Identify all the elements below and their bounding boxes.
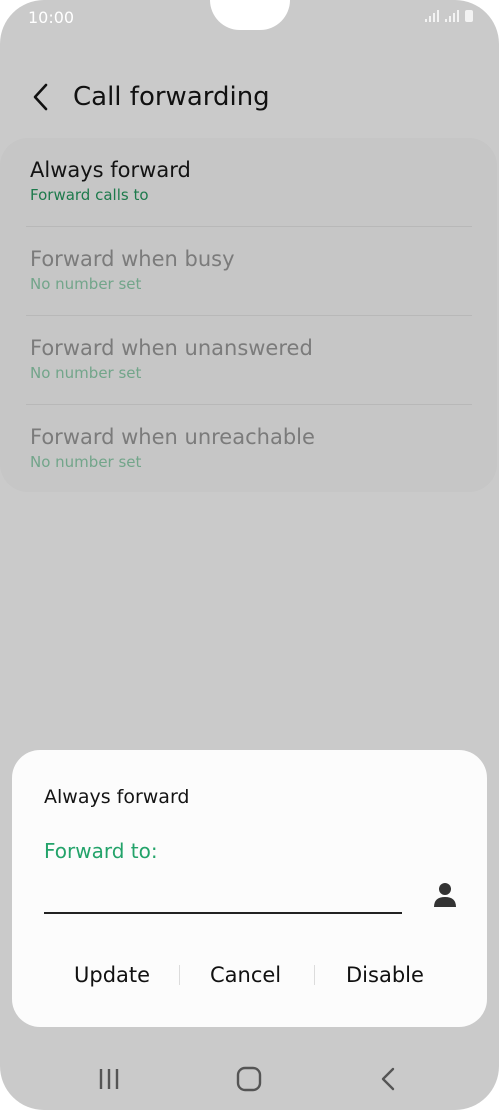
option-subtitle: No number set <box>30 453 142 471</box>
option-forward-when-unreachable[interactable]: Forward when unreachable No number set <box>30 425 470 471</box>
option-subtitle: No number set <box>30 275 142 293</box>
recents-button[interactable] <box>95 1064 125 1094</box>
status-bar: 10:00 <box>0 0 499 36</box>
cancel-button[interactable]: Cancel <box>210 955 281 995</box>
option-subtitle: Forward calls to <box>30 186 149 204</box>
page-title: Call forwarding <box>73 82 270 112</box>
back-button[interactable] <box>28 80 56 114</box>
back-arrow-icon <box>33 83 48 111</box>
nav-back-button[interactable] <box>374 1064 404 1094</box>
option-title: Forward when unanswered <box>30 336 313 360</box>
dialog-buttons: Update Cancel Disable <box>12 955 487 995</box>
signal-icon <box>445 10 459 22</box>
divider <box>26 315 472 316</box>
disable-button[interactable]: Disable <box>346 955 424 995</box>
option-title: Forward when busy <box>30 247 235 271</box>
option-subtitle: No number set <box>30 364 142 382</box>
forward-to-label: Forward to: <box>44 839 158 863</box>
navigation-bar <box>0 1048 499 1108</box>
status-time: 10:00 <box>28 8 75 27</box>
contact-picker-button[interactable] <box>430 880 460 910</box>
status-icons <box>425 10 473 22</box>
option-title: Forward when unreachable <box>30 425 315 449</box>
button-separator <box>179 965 180 985</box>
recents-icon <box>99 1069 119 1089</box>
home-icon <box>236 1066 262 1092</box>
contact-icon <box>434 883 456 907</box>
battery-icon <box>465 10 473 22</box>
option-title: Always forward <box>30 158 191 182</box>
home-button[interactable] <box>234 1064 264 1094</box>
button-separator <box>314 965 315 985</box>
phone-screen: 10:00 Call forwarding Always forward For… <box>0 0 499 1110</box>
option-always-forward[interactable]: Always forward Forward calls to <box>30 158 470 204</box>
signal-icon <box>425 10 439 22</box>
app-header: Call forwarding <box>0 70 499 126</box>
divider <box>26 404 472 405</box>
nav-back-icon <box>381 1067 395 1091</box>
option-forward-when-unanswered[interactable]: Forward when unanswered No number set <box>30 336 470 382</box>
update-button[interactable]: Update <box>74 955 150 995</box>
dialog-title: Always forward <box>44 786 190 808</box>
forward-dialog: Always forward Forward to: Update Cancel… <box>12 750 487 1027</box>
option-forward-when-busy[interactable]: Forward when busy No number set <box>30 247 470 293</box>
forwarding-options-card: Always forward Forward calls to Forward … <box>0 138 497 492</box>
forward-number-input[interactable] <box>44 878 402 914</box>
divider <box>26 226 472 227</box>
